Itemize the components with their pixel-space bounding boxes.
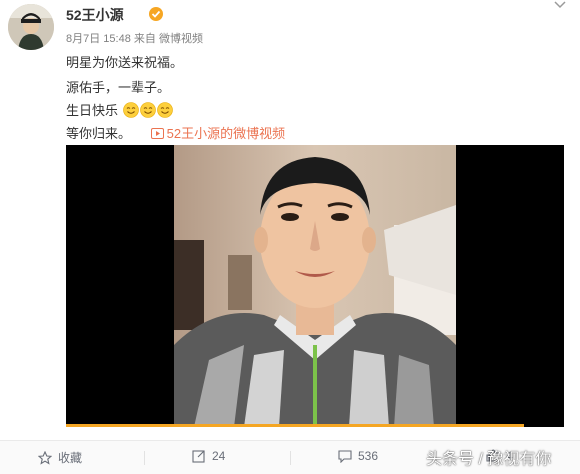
video-icon	[150, 128, 164, 139]
source-prefix: 来自	[133, 33, 156, 45]
post-meta: 8月7日 15:48 来自 微博视频	[66, 30, 203, 46]
repost-button[interactable]: 24	[192, 449, 225, 463]
watermark-text: 头条号 / 豫视有你	[426, 451, 552, 468]
post-text-line: 等你归来。 52王小源的微博视频	[66, 123, 285, 142]
video-link-label[interactable]: 52王小源的微博视频	[167, 126, 285, 141]
post-text-line: 源佑手，一辈子。	[66, 80, 171, 95]
smile-emoji-icon	[156, 102, 173, 118]
post-date[interactable]: 8月7日 15:48	[66, 33, 131, 45]
video-frame[interactable]	[174, 145, 456, 427]
smile-emoji-icon	[139, 102, 156, 118]
more-chevron-icon[interactable]	[553, 0, 567, 10]
post-text: 等你归来。	[66, 126, 132, 141]
collect-icon	[38, 451, 52, 465]
divider	[144, 451, 145, 465]
post-text: 生日快乐	[66, 103, 119, 118]
repost-icon	[192, 450, 205, 463]
comment-icon	[338, 450, 352, 463]
collect-label: 收藏	[58, 451, 83, 465]
verified-badge-icon	[149, 7, 163, 21]
repost-count: 24	[212, 449, 226, 463]
comment-count: 536	[358, 449, 379, 463]
video-player[interactable]	[66, 145, 564, 427]
video-progress-bar[interactable]	[66, 424, 525, 427]
source-link[interactable]: 微博视频	[159, 33, 203, 45]
username[interactable]: 52王小源	[66, 5, 124, 25]
post-text-line: 明星为你送来祝福。	[66, 55, 184, 70]
smile-emoji-icon	[122, 102, 139, 118]
comment-button[interactable]: 536	[338, 449, 378, 463]
avatar[interactable]	[8, 4, 54, 50]
divider	[290, 451, 291, 465]
post-text-line: 生日快乐	[66, 100, 173, 119]
collect-button[interactable]: 收藏	[38, 449, 82, 466]
video-link[interactable]: 52王小源的微博视频	[150, 126, 285, 141]
